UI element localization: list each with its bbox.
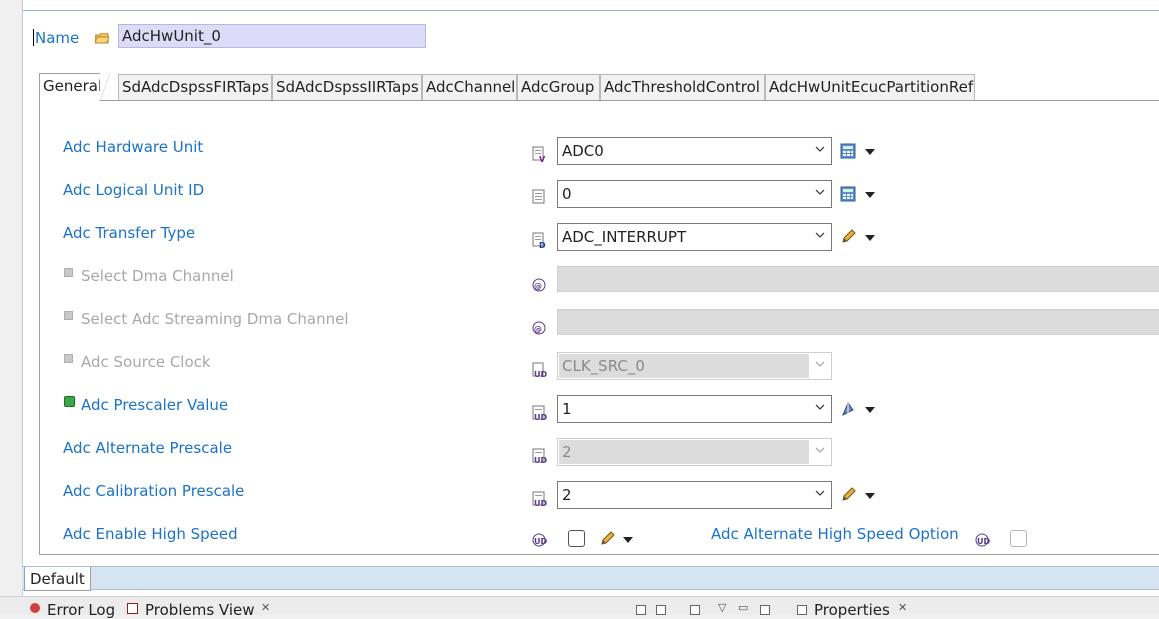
views-strip: Error Log Problems View ✕ ▽ ▭ Properties… xyxy=(0,596,1159,619)
logical-unit-select[interactable]: 0 xyxy=(557,180,832,208)
streaming-dma-label: Select Adc Streaming Dma Channel xyxy=(81,310,349,328)
integer-param-icon xyxy=(532,189,545,204)
chevron-down-icon[interactable] xyxy=(865,235,875,241)
transfer-type-label: Adc Transfer Type xyxy=(63,224,196,242)
view-menu-icon[interactable] xyxy=(690,605,700,615)
dma-channel-label: Select Dma Channel xyxy=(81,267,234,285)
optional-flag-icon xyxy=(64,354,73,363)
high-speed-checkbox[interactable] xyxy=(568,530,585,547)
integer-param-icon: UD xyxy=(532,491,547,507)
high-speed-label: Adc Enable High Speed xyxy=(63,525,238,543)
hw-unit-select[interactable]: ADC0 xyxy=(557,137,832,165)
hw-unit-label: Adc Hardware Unit xyxy=(63,138,204,156)
svg-text:@: @ xyxy=(534,282,542,291)
calculator-icon[interactable] xyxy=(840,186,856,202)
transfer-type-select[interactable]: ADC_INTERRUPT xyxy=(557,223,832,251)
svg-text:UD: UD xyxy=(534,456,547,464)
tab-adc-threshold-control[interactable]: AdcThresholdControl xyxy=(600,74,765,100)
editor-bottom-tabbar: Default xyxy=(22,566,1159,591)
maximize-icon[interactable] xyxy=(760,605,770,615)
integer-param-icon: UD xyxy=(532,448,547,464)
svg-text:V: V xyxy=(539,155,546,162)
boolean-param-icon: UD xyxy=(532,533,547,547)
close-icon[interactable]: ✕ xyxy=(898,601,907,614)
optional-flag-icon xyxy=(64,311,73,320)
pencil-icon[interactable] xyxy=(840,487,856,503)
collapse-icon[interactable] xyxy=(656,605,666,615)
problems-icon xyxy=(127,603,138,614)
optional-flag-icon xyxy=(64,268,73,277)
source-clock-select: CLK_SRC_0 xyxy=(557,352,832,380)
svg-text:UD: UD xyxy=(977,537,990,546)
expand-icon[interactable] xyxy=(636,605,646,615)
svg-text:UD: UD xyxy=(534,413,547,421)
svg-text:UD: UD xyxy=(534,499,547,507)
reference-param-icon: @ xyxy=(532,321,546,335)
tab-adc-group[interactable]: AdcGroup xyxy=(517,74,600,100)
dma-channel-field xyxy=(557,266,1159,292)
svg-text:@: @ xyxy=(534,325,542,334)
close-icon[interactable]: ✕ xyxy=(261,601,270,614)
tab-error-log[interactable]: Error Log xyxy=(47,601,115,619)
folder-icon xyxy=(95,33,109,44)
chevron-down-icon[interactable] xyxy=(623,537,633,543)
name-label: Name xyxy=(33,29,80,47)
chevron-down-icon[interactable] xyxy=(865,149,875,155)
alt-high-speed-label: Adc Alternate High Speed Option xyxy=(711,525,959,543)
reference-param-icon: @ xyxy=(532,278,546,292)
logical-unit-label: Adc Logical Unit ID xyxy=(63,181,205,199)
enum-param-icon: UD xyxy=(532,362,547,378)
tab-sdadc-fir-taps[interactable]: SdAdcDspssFIRTaps xyxy=(118,74,272,100)
ecu-config-editor: Name AdcHwUnit_0 General SdAdcDspssFIRTa… xyxy=(22,0,1159,596)
chevron-down-icon[interactable] xyxy=(865,192,875,198)
enum-param-icon: V xyxy=(532,146,546,162)
editor-tabbar: General SdAdcDspssFIRTaps SdAdcDspssIIRT… xyxy=(39,73,1159,101)
properties-icon xyxy=(797,605,807,615)
calib-prescale-label: Adc Calibration Prescale xyxy=(63,482,245,500)
name-field[interactable]: AdcHwUnit_0 xyxy=(118,24,426,48)
tab-problems-view[interactable]: Problems View xyxy=(145,601,255,619)
chevron-down-icon[interactable] xyxy=(865,407,875,413)
minimize-icon[interactable]: ▭ xyxy=(738,601,748,614)
pencil-icon[interactable] xyxy=(840,229,856,245)
svg-text:UD: UD xyxy=(534,537,547,546)
chevron-down-icon[interactable]: ▽ xyxy=(718,601,726,614)
alt-high-speed-checkbox xyxy=(1010,530,1027,547)
streaming-dma-field xyxy=(557,309,1159,335)
svg-text:D: D xyxy=(539,241,546,248)
linked-value-icon[interactable] xyxy=(840,401,856,417)
tab-sdadc-iir-taps[interactable]: SdAdcDspssIIRTaps xyxy=(272,74,422,100)
pencil-icon[interactable] xyxy=(599,531,615,547)
enum-param-icon: D xyxy=(532,232,546,248)
integer-param-icon: UD xyxy=(532,405,547,421)
tab-adc-channel[interactable]: AdcChannel xyxy=(422,74,517,100)
boolean-param-icon: UD xyxy=(975,533,990,547)
chevron-down-icon[interactable] xyxy=(865,493,875,499)
tab-adc-hwunit-ecuc-partition-ref[interactable]: AdcHwUnitEcucPartitionRef xyxy=(765,74,975,100)
svg-text:UD: UD xyxy=(534,370,547,378)
error-icon xyxy=(30,603,40,613)
tab-default[interactable]: Default xyxy=(24,567,91,591)
calib-prescale-select[interactable]: 2 xyxy=(557,481,832,509)
alt-prescale-label: Adc Alternate Prescale xyxy=(63,439,233,457)
calculator-icon[interactable] xyxy=(840,143,856,159)
source-clock-label: Adc Source Clock xyxy=(81,353,211,371)
tab-properties[interactable]: Properties xyxy=(814,601,890,619)
prescaler-label: Adc Prescaler Value xyxy=(81,396,229,414)
prescaler-select[interactable]: 1 xyxy=(557,395,832,423)
tab-general[interactable]: General xyxy=(39,73,110,101)
enabled-flag-icon xyxy=(64,396,75,407)
top-divider xyxy=(23,10,1159,11)
alt-prescale-select: 2 xyxy=(557,438,832,466)
